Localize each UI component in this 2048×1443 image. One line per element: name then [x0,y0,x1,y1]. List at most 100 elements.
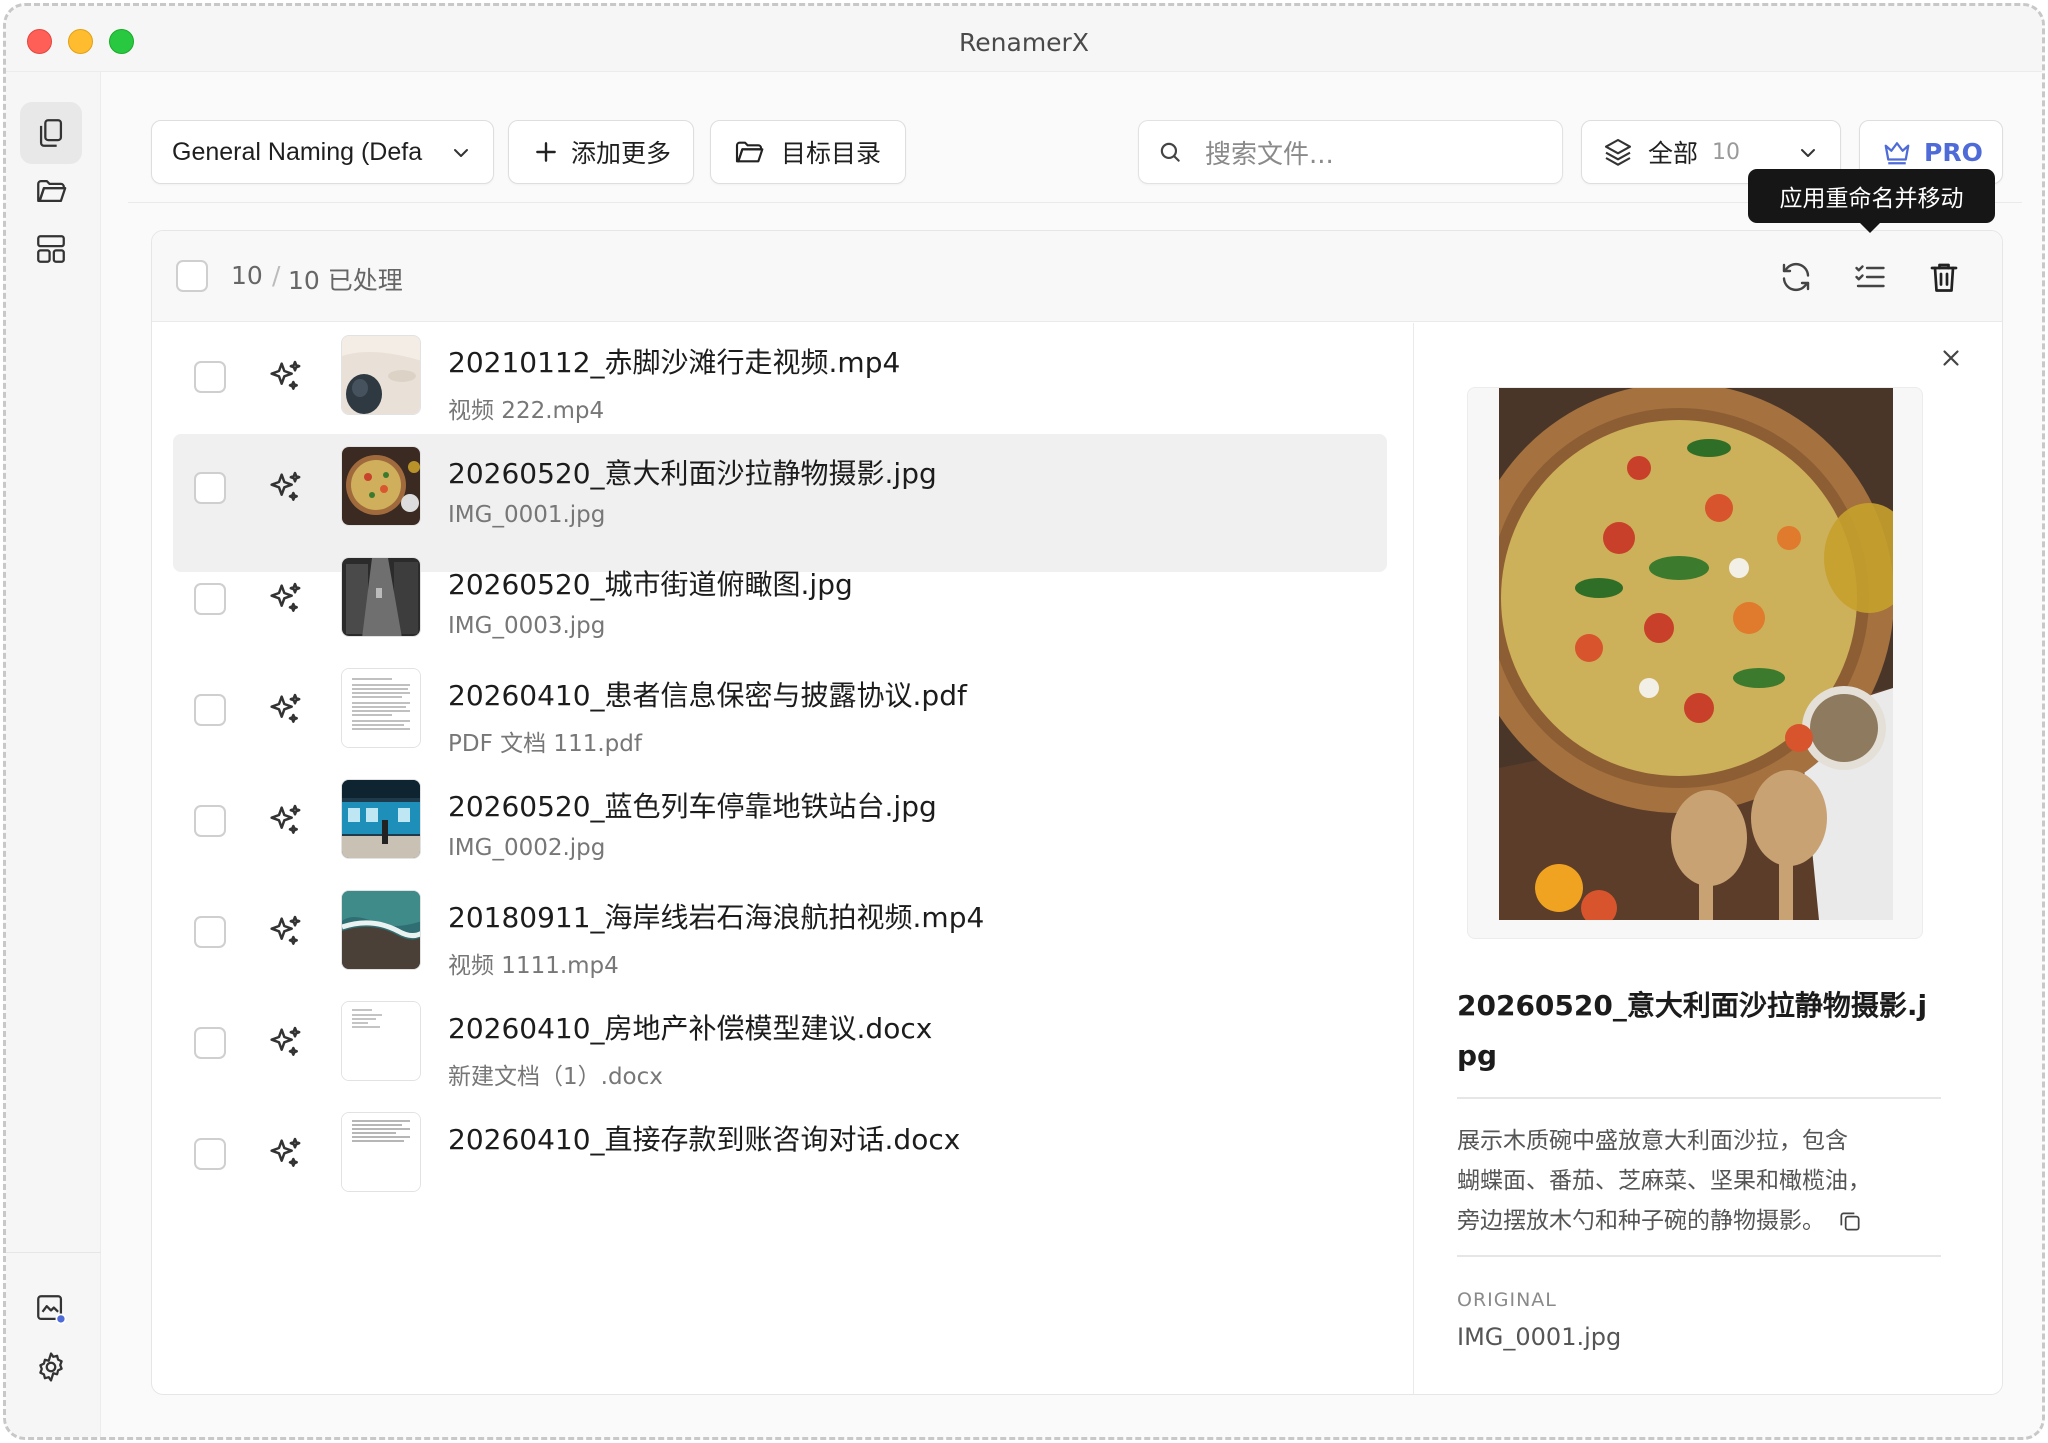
filter-label: 全部 [1648,139,1699,168]
list-header: 10 / 10 已处理 [152,231,2002,322]
row-checkbox[interactable] [194,583,226,615]
plus-icon [536,142,556,162]
salad-preview-image [1499,388,1893,920]
original-filename: IMG_0002.jpg [448,835,606,861]
original-filename: 视频 222.mp4 [448,398,605,424]
original-filename: 视频 1111.mp4 [448,953,619,979]
detail-title-line1: 20260520_意大利面沙拉静物摄影.j [1457,989,1928,1022]
row-checkbox[interactable] [194,361,226,393]
file-list: 20210112_赤脚沙滩行走视频.mp4 视频 222.mp4 2026052… [152,323,1413,1394]
layers-icon [1604,138,1632,166]
thumbnail-street [341,557,421,637]
layout-icon [37,235,65,263]
chevron-down-icon [454,149,468,157]
copy-icon[interactable] [1837,1208,1863,1234]
thumbnail-coast [341,890,421,970]
row-checkbox[interactable] [194,1138,226,1170]
new-filename: 20260520_意大利面沙拉静物摄影.jpg [448,457,937,490]
row-checkbox[interactable] [194,694,226,726]
crown-icon [1884,142,1910,165]
pro-label: PRO [1924,137,1983,167]
file-panel: 10 / 10 已处理 20210112_赤脚沙滩行走视频.mp4 视频 222… [151,230,2003,1395]
thumbnail-beach [341,335,421,415]
search-input[interactable]: 搜索文件... [1138,120,1563,184]
filter-count: 10 [1712,139,1741,165]
new-filename: 20260410_患者信息保密与披露协议.pdf [448,679,967,712]
sidebar-item-files[interactable] [20,102,82,164]
folder-open-icon [735,141,764,163]
image-sparkle-icon [37,1295,67,1325]
detail-title: 20260520_意大利面沙拉静物摄影.j pg [1457,981,1927,1081]
toolbar-divider [128,202,2022,203]
detail-panel: 20260520_意大利面沙拉静物摄影.j pg 展示木质碗中盛放意大利面沙拉，… [1413,323,2002,1394]
refresh-icon[interactable] [1778,259,1814,295]
original-value: IMG_0001.jpg [1457,1323,1622,1351]
original-filename: 新建文档（1）.docx [448,1064,663,1090]
new-filename: 20210112_赤脚沙滩行走视频.mp4 [448,346,901,379]
sparkle-icon[interactable] [265,1134,305,1174]
window-title: RenamerX [959,28,1089,57]
sparkle-icon[interactable] [265,801,305,841]
tooltip-apply-rename: 应用重命名并移动 [1748,169,1995,233]
original-filename: IMG_0001.jpg [448,502,606,528]
sidebar-item-settings[interactable] [20,1336,82,1398]
sidebar-divider [6,1252,101,1253]
sidebar-item-image-ai[interactable] [20,1278,82,1340]
sidebar-item-layout[interactable] [20,218,82,280]
chevron-down-icon [1801,149,1815,157]
sidebar [6,72,101,1437]
select-all-checkbox[interactable] [176,260,208,292]
detail-divider [1457,1097,1941,1099]
thumbnail-pdf [341,668,421,748]
processed-total-label: 10 已处理 [288,266,403,295]
description-line2: 蝴蝶面、番茄、芝麻菜、坚果和橄榄油， [1457,1168,1871,1194]
description-line1: 展示木质碗中盛放意大利面沙拉，包含 [1457,1128,1848,1154]
sparkle-icon[interactable] [265,1023,305,1063]
new-filename: 20260520_城市街道俯瞰图.jpg [448,568,853,601]
original-label: ORIGINAL [1457,1289,1557,1311]
copy-icon [39,119,63,147]
search-icon [1160,142,1180,162]
add-more-label: 添加更多 [571,139,672,168]
new-filename: 20260410_直接存款到账咨询对话.docx [448,1123,961,1156]
target-directory-button[interactable]: 目标目录 [710,120,906,184]
close-icon[interactable] [1938,345,1964,371]
add-more-button[interactable]: 添加更多 [508,120,694,184]
thumbnail-train [341,779,421,859]
original-filename: IMG_0003.jpg [448,613,606,639]
row-checkbox[interactable] [194,916,226,948]
target-directory-label: 目标目录 [781,139,882,168]
gear-icon [39,1352,63,1382]
thumbnail-docx [341,1001,421,1081]
preset-label: General Naming (Defa [172,137,423,166]
sparkle-icon[interactable] [265,579,305,619]
image-preview [1467,387,1923,939]
folder-icon [37,179,67,203]
trash-icon[interactable] [1926,259,1962,295]
new-filename: 20260410_房地产补偿模型建议.docx [448,1012,933,1045]
row-checkbox[interactable] [194,1027,226,1059]
app-window: RenamerX General Naming (Defa 添加更多 目标目录 … [3,3,2045,1440]
row-checkbox[interactable] [194,805,226,837]
detail-title-line2: pg [1457,1039,1498,1072]
processed-count: 10 [231,261,263,290]
detail-description: 展示木质碗中盛放意大利面沙拉，包含 蝴蝶面、番茄、芝麻菜、坚果和橄榄油， 旁边摆… [1457,1121,1871,1241]
sidebar-item-folders[interactable] [20,160,82,222]
sparkle-icon[interactable] [265,912,305,952]
thumbnail-salad [341,446,421,526]
sparkle-icon[interactable] [265,690,305,730]
new-filename: 20260520_蓝色列车停靠地铁站台.jpg [448,790,937,823]
sparkle-icon[interactable] [265,468,305,508]
title-bar: RenamerX [6,6,2042,72]
sparkle-icon[interactable] [265,357,305,397]
new-filename: 20180911_海岸线岩石海浪航拍视频.mp4 [448,901,985,934]
search-placeholder: 搜索文件... [1205,139,1334,170]
main-area: General Naming (Defa 添加更多 目标目录 搜索文件... 全… [102,72,2042,1437]
row-checkbox[interactable] [194,472,226,504]
file-row[interactable]: 20260410_直接存款到账咨询对话.docx [173,1100,1387,1238]
description-line3: 旁边摆放木勺和种子碗的静物摄影。 [1457,1208,1825,1234]
detail-divider [1457,1255,1941,1257]
preset-dropdown[interactable]: General Naming (Defa [151,120,494,184]
checklist-icon[interactable] [1852,259,1888,295]
thumbnail-docx-2 [341,1112,421,1192]
